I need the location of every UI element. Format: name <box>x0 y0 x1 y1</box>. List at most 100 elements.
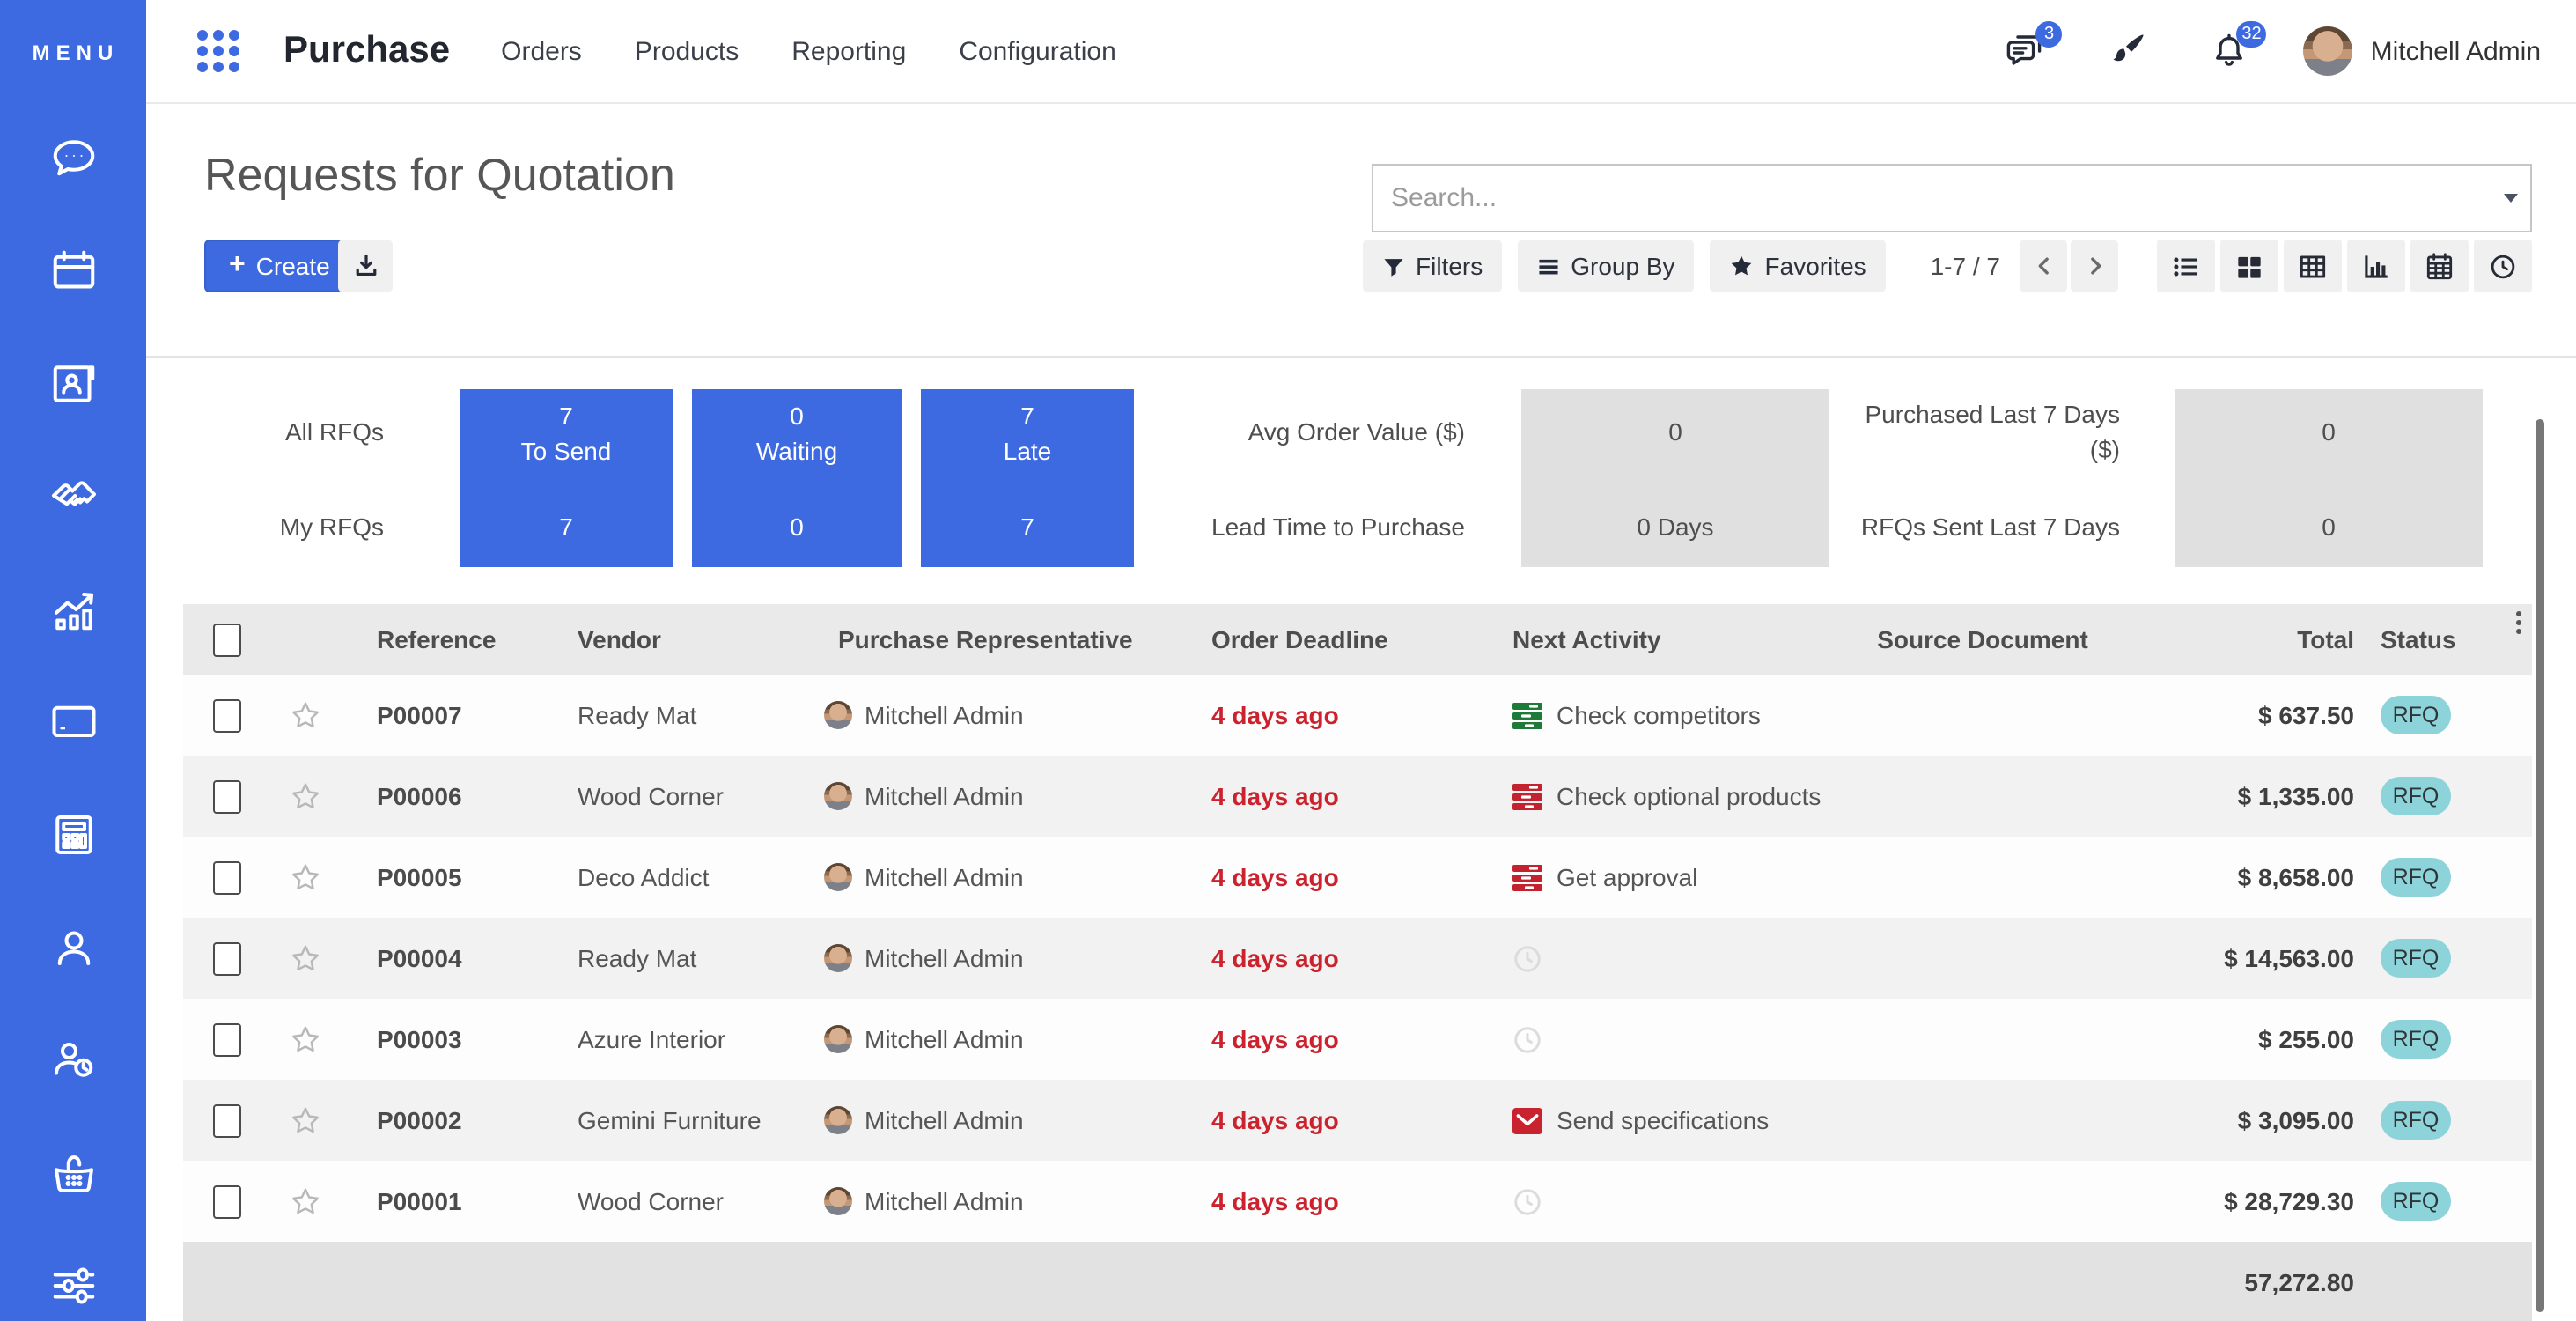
pager-label: 1-7 / 7 <box>1931 252 2000 280</box>
table-row[interactable]: P00002 Gemini Furniture Mitchell Admin 4… <box>183 1080 2532 1161</box>
calendar-icon[interactable] <box>47 245 99 298</box>
status-badge: RFQ <box>2381 696 2451 734</box>
tile-waiting[interactable]: 0 Waiting 0 <box>692 389 902 567</box>
row-checkbox[interactable] <box>213 1184 241 1218</box>
brush-icon[interactable] <box>2107 30 2149 72</box>
nav-orders[interactable]: Orders <box>501 36 582 66</box>
table-row[interactable]: P00005 Deco Addict Mitchell Admin 4 days… <box>183 837 2532 918</box>
header-source[interactable]: Source Document <box>1852 625 2113 653</box>
credit-card-icon[interactable] <box>47 696 99 749</box>
vertical-scrollbar[interactable] <box>2536 419 2544 1312</box>
notifications-bell-icon[interactable]: 32 <box>2209 30 2251 72</box>
purchased-7d-label-line2: ($) <box>1821 432 2120 467</box>
star-icon[interactable] <box>288 941 321 975</box>
footer-total: 57,272.80 <box>2113 1267 2354 1295</box>
user-name[interactable]: Mitchell Admin <box>2371 36 2541 66</box>
table-row[interactable]: P00006 Wood Corner Mitchell Admin 4 days… <box>183 756 2532 837</box>
person-icon[interactable] <box>47 921 99 974</box>
pager-previous-button[interactable] <box>2020 240 2067 292</box>
table-row[interactable]: P00003 Azure Interior Mitchell Admin 4 d… <box>183 999 2532 1080</box>
export-button[interactable] <box>338 240 393 292</box>
row-checkbox[interactable] <box>213 1022 241 1056</box>
view-pivot-button[interactable] <box>2284 240 2342 292</box>
optional-columns-icon[interactable] <box>2516 611 2521 634</box>
basket-icon[interactable] <box>47 1147 99 1199</box>
pager-next-button[interactable] <box>2071 240 2118 292</box>
create-button[interactable]: + Create <box>204 240 355 292</box>
select-all-checkbox[interactable] <box>213 623 241 656</box>
favorites-button[interactable]: Favorites <box>1711 240 1886 292</box>
view-list-button[interactable] <box>2157 240 2215 292</box>
filters-button[interactable]: Filters <box>1363 240 1502 292</box>
next-activity-cell[interactable] <box>1486 1024 1852 1054</box>
star-icon[interactable] <box>288 1103 321 1137</box>
tile-late[interactable]: 7 Late 7 <box>921 389 1134 567</box>
tile-avg-lead: 0 0 Days <box>1521 389 1829 567</box>
activity-clock-icon <box>1512 1186 1542 1216</box>
nav-products[interactable]: Products <box>635 36 739 66</box>
next-activity-cell[interactable]: Send specifications <box>1486 1106 1852 1134</box>
header-activity[interactable]: Next Activity <box>1486 625 1852 653</box>
plus-icon: + <box>229 250 246 282</box>
view-graph-button[interactable] <box>2347 240 2405 292</box>
row-checkbox[interactable] <box>213 941 241 975</box>
group-by-button[interactable]: Group By <box>1518 240 1694 292</box>
table-row[interactable]: P00004 Ready Mat Mitchell Admin 4 days a… <box>183 918 2532 999</box>
header-rep[interactable]: Purchase Representative <box>806 625 1173 653</box>
star-icon[interactable] <box>288 779 321 813</box>
row-checkbox[interactable] <box>213 698 241 732</box>
view-activity-button[interactable] <box>2474 240 2532 292</box>
star-icon[interactable] <box>288 860 321 894</box>
chat-icon[interactable] <box>47 132 99 185</box>
next-activity-cell[interactable] <box>1486 943 1852 973</box>
view-kanban-button[interactable] <box>2220 240 2278 292</box>
search-input[interactable] <box>1373 183 2504 213</box>
search-box <box>1372 164 2532 232</box>
apps-grid-icon[interactable] <box>197 30 239 72</box>
view-calendar-button[interactable] <box>2410 240 2469 292</box>
pivot-view-icon <box>2296 249 2329 283</box>
header-vendor[interactable]: Vendor <box>546 625 806 653</box>
app-title[interactable]: Purchase <box>283 30 450 72</box>
header-reference[interactable]: Reference <box>345 625 546 653</box>
messages-icon[interactable]: 3 <box>2005 30 2047 72</box>
attendance-icon[interactable] <box>47 1034 99 1087</box>
next-activity-cell[interactable]: Check optional products <box>1486 782 1852 810</box>
tile-purchased-sent: 0 0 <box>2175 389 2483 567</box>
favorites-star-icon <box>1730 254 1755 278</box>
rfqs-sent-7d-label: RFQs Sent Last 7 Days <box>1821 509 2120 544</box>
search-dropdown-caret[interactable] <box>2504 194 2518 203</box>
nav-reporting[interactable]: Reporting <box>791 36 906 66</box>
contacts-icon[interactable] <box>47 358 99 410</box>
sliders-icon[interactable] <box>47 1259 99 1312</box>
row-checkbox[interactable] <box>213 1103 241 1137</box>
row-checkbox[interactable] <box>213 860 241 894</box>
panel-divider <box>146 356 2576 358</box>
row-checkbox[interactable] <box>213 779 241 813</box>
status-badge: RFQ <box>2381 1020 2451 1059</box>
tile-to-send[interactable]: 7 To Send 7 <box>460 389 673 567</box>
header-deadline[interactable]: Order Deadline <box>1173 625 1486 653</box>
next-activity-cell[interactable]: Check competitors <box>1486 701 1852 729</box>
activity-view-icon <box>2486 249 2520 283</box>
rep-avatar <box>824 1106 852 1134</box>
menu-label[interactable]: MENU <box>27 0 120 104</box>
next-activity-cell[interactable]: Get approval <box>1486 863 1852 891</box>
nav-configuration[interactable]: Configuration <box>959 36 1115 66</box>
star-icon[interactable] <box>288 698 321 732</box>
status-badge: RFQ <box>2381 939 2451 978</box>
header-status[interactable]: Status <box>2354 625 2532 653</box>
star-icon[interactable] <box>288 1022 321 1056</box>
table-row[interactable]: P00007 Ready Mat Mitchell Admin 4 days a… <box>183 675 2532 756</box>
activity-mail-icon <box>1512 1107 1542 1133</box>
avg-order-value-label: Avg Order Value ($) <box>1166 414 1465 449</box>
calculator-icon[interactable] <box>47 808 99 861</box>
rep-avatar <box>824 1187 852 1215</box>
next-activity-cell[interactable] <box>1486 1186 1852 1216</box>
user-avatar[interactable] <box>2304 26 2353 76</box>
header-total[interactable]: Total <box>2113 625 2354 653</box>
table-row[interactable]: P00001 Wood Corner Mitchell Admin 4 days… <box>183 1161 2532 1242</box>
sales-chart-icon[interactable] <box>47 583 99 636</box>
star-icon[interactable] <box>288 1184 321 1218</box>
filter-funnel-icon <box>1382 255 1405 277</box>
